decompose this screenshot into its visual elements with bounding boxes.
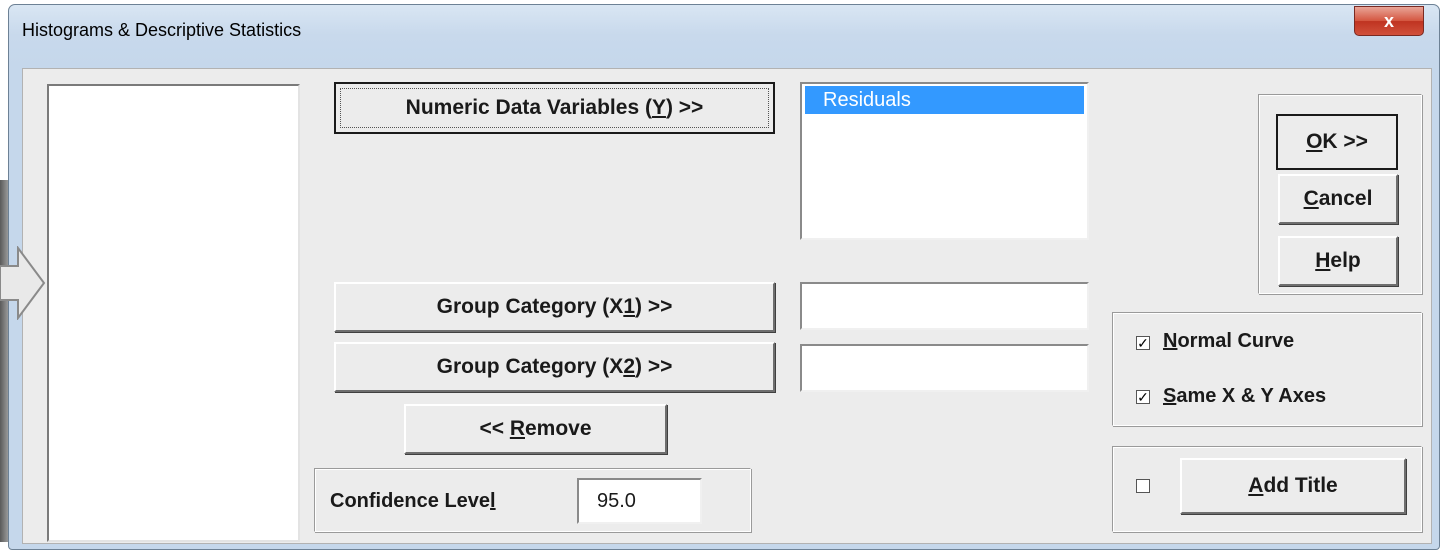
checkmark-icon: ✓ <box>1137 335 1149 351</box>
ok-button[interactable]: OK >> <box>1276 114 1398 170</box>
group-category-x2-field[interactable] <box>800 344 1089 392</box>
add-title-label: Add Title <box>1248 474 1338 497</box>
remove-label: << Remove <box>479 417 592 440</box>
same-axes-label[interactable]: Same X & Y Axes <box>1163 385 1326 408</box>
variable-listbox[interactable] <box>47 84 300 542</box>
close-icon: x <box>1383 11 1394 31</box>
remove-button[interactable]: << Remove <box>404 404 667 454</box>
normal-curve-label[interactable]: Normal Curve <box>1163 330 1294 353</box>
cancel-label: Cancel <box>1303 187 1373 210</box>
group-category-x2-button[interactable]: Group Category (X2) >> <box>334 342 775 392</box>
add-title-checkbox[interactable] <box>1136 479 1150 493</box>
numeric-data-variables-button[interactable]: Numeric Data Variables (Y) >> <box>334 82 775 134</box>
confidence-level-label: Confidence Level <box>330 490 496 512</box>
help-button[interactable]: Help <box>1278 236 1398 286</box>
list-item[interactable]: Residuals <box>805 86 1084 114</box>
help-label: Help <box>1315 249 1361 272</box>
checkmark-icon: ✓ <box>1137 389 1149 405</box>
window-title: Histograms & Descriptive Statistics <box>22 20 302 40</box>
add-title-button[interactable]: Add Title <box>1180 458 1406 514</box>
confidence-level-input[interactable]: 95.0 <box>577 478 702 524</box>
group-x1-label: Group Category (X1) >> <box>436 295 673 318</box>
normal-curve-checkbox[interactable]: ✓ <box>1136 336 1150 350</box>
close-button[interactable]: x <box>1354 6 1424 36</box>
cancel-button[interactable]: Cancel <box>1278 174 1398 224</box>
group-category-x1-field[interactable] <box>800 282 1089 330</box>
same-axes-checkbox[interactable]: ✓ <box>1136 390 1150 404</box>
numeric-variables-list[interactable]: Residuals <box>800 82 1089 240</box>
arrow-right-icon <box>0 246 46 320</box>
group-x2-label: Group Category (X2) >> <box>436 355 673 378</box>
group-category-x1-button[interactable]: Group Category (X1) >> <box>334 282 775 332</box>
